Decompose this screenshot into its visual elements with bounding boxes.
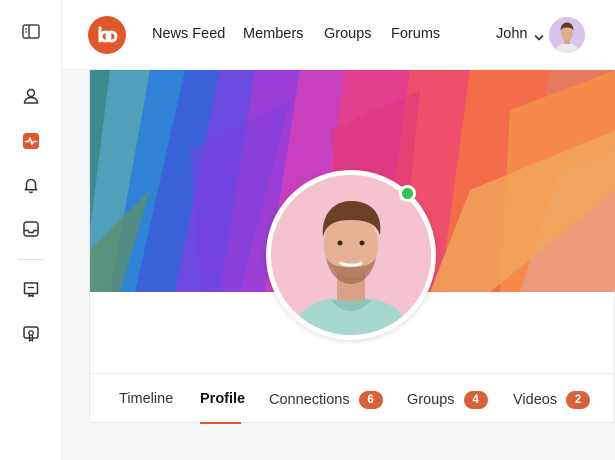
count-badge: 6 [358,391,383,409]
count-badge: 4 [463,391,488,409]
nav-members[interactable]: Members [243,26,303,42]
user-avatar[interactable] [549,17,585,53]
user-menu-name[interactable]: John [496,26,527,42]
tab-label: Connections [269,392,350,408]
course-icon[interactable] [20,278,42,300]
top-navbar: News Feed Members Groups Forums John [62,0,615,70]
left-sidebar [0,0,62,460]
tab-videos[interactable]: Videos 2 [513,391,591,409]
online-status-dot [399,185,416,202]
certificate-icon[interactable] [20,323,42,345]
buddyboss-logo-icon[interactable] [88,16,126,54]
count-badge: 2 [566,391,591,409]
profile-tabs: Timeline Profile Connections 6 Groups 4 … [90,373,615,424]
activity-icon[interactable] [20,130,42,152]
tab-label: Profile [200,391,246,407]
tab-label: Videos [513,392,558,408]
panel-toggle-icon[interactable] [20,21,42,43]
user-icon[interactable] [20,85,42,107]
nav-forums[interactable]: Forums [391,26,440,42]
active-tab-indicator [200,422,241,424]
tab-label: Timeline [119,391,174,407]
profile-card: Timeline Profile Connections 6 Groups 4 … [89,70,615,424]
nav-groups[interactable]: Groups [324,26,372,42]
tab-connections[interactable]: Connections 6 [269,391,383,409]
nav-news-feed[interactable]: News Feed [152,26,225,42]
tab-profile[interactable]: Profile [200,391,245,407]
tab-groups[interactable]: Groups 4 [407,391,488,409]
tab-label: Groups [407,392,455,408]
tab-timeline[interactable]: Timeline [119,391,173,407]
chevron-down-icon[interactable] [534,29,544,47]
sidebar-divider [18,259,44,260]
inbox-icon[interactable] [20,218,42,240]
bell-icon[interactable] [20,174,42,196]
